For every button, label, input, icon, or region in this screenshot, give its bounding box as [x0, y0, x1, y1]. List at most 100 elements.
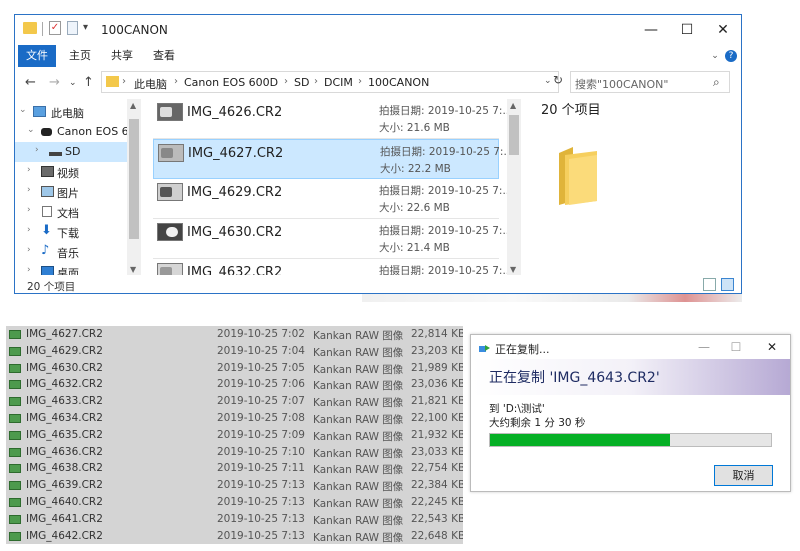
- nav-item-sd[interactable]: › SD: [15, 142, 127, 162]
- breadcrumb-camera[interactable]: Canon EOS 600D: [184, 76, 278, 89]
- breadcrumb-dcim[interactable]: DCIM: [324, 76, 353, 89]
- nav-item-this-pc[interactable]: ⌄ 此电脑: [15, 102, 127, 122]
- large-icons-view-icon[interactable]: [721, 278, 734, 291]
- search-input[interactable]: 搜索"100CANON" ⌕: [570, 71, 730, 93]
- properties-icon[interactable]: ✓: [49, 21, 61, 35]
- chevron-right-icon[interactable]: ›: [122, 76, 126, 87]
- file-date: 2019-10-25 7:11: [217, 462, 305, 475]
- file-name: IMG_4639.CR2: [26, 479, 103, 492]
- raw-image-file-icon: [9, 346, 21, 356]
- table-row[interactable]: IMG_4642.CR2 2019-10-25 7:13 Kankan RAW 图像…: [6, 528, 463, 544]
- details-view-icon[interactable]: [703, 278, 716, 291]
- maximize-button[interactable]: ☐: [669, 15, 705, 45]
- breadcrumb-this-pc[interactable]: 此电脑: [134, 76, 167, 92]
- breadcrumb-sd[interactable]: SD: [294, 76, 309, 89]
- nav-item-camera[interactable]: ⌄ Canon EOS 600: [15, 122, 141, 142]
- minimize-button[interactable]: —: [689, 338, 719, 356]
- close-button[interactable]: ✕: [705, 15, 741, 45]
- chevron-right-icon[interactable]: ›: [27, 165, 31, 175]
- file-size: 22,384 KB: [411, 479, 463, 492]
- copy-heading: 正在复制 'IMG_4643.CR2': [489, 370, 660, 386]
- nav-item-videos[interactable]: › 视频: [15, 162, 127, 182]
- close-button[interactable]: ✕: [757, 338, 787, 356]
- up-arrow-icon[interactable]: ↑: [83, 75, 94, 90]
- chevron-down-icon[interactable]: ⌄: [709, 50, 721, 62]
- file-date: 2019-10-25 7:13: [217, 479, 305, 492]
- chevron-right-icon[interactable]: ›: [27, 205, 31, 215]
- file-row[interactable]: IMG_4629.CR2 拍摄日期: 2019-10-25 7:... 大小: …: [153, 179, 507, 219]
- help-icon[interactable]: ?: [725, 50, 737, 62]
- chevron-right-icon[interactable]: ›: [174, 76, 178, 87]
- new-folder-icon[interactable]: [67, 21, 78, 35]
- chevron-right-icon[interactable]: ›: [27, 225, 31, 235]
- maximize-button[interactable]: ☐: [721, 338, 751, 356]
- chevron-right-icon[interactable]: ›: [314, 76, 318, 87]
- file-name: IMG_4641.CR2: [26, 512, 103, 525]
- nav-item-documents[interactable]: › 文档: [15, 202, 127, 222]
- file-date: 拍摄日期: 2019-10-25 7:...: [379, 105, 507, 117]
- minimize-button[interactable]: —: [633, 15, 669, 45]
- table-row[interactable]: IMG_4640.CR2 2019-10-25 7:13 Kankan RAW 图像…: [6, 494, 463, 511]
- table-row[interactable]: IMG_4634.CR2 2019-10-25 7:08 Kankan RAW 图像…: [6, 410, 463, 427]
- scroll-up-icon[interactable]: ▲: [510, 101, 516, 110]
- nav-item-desktop[interactable]: › 桌面: [15, 262, 127, 275]
- nav-item-pictures[interactable]: › 图片: [15, 182, 127, 202]
- file-size: 23,036 KB: [411, 378, 463, 391]
- table-row[interactable]: IMG_4641.CR2 2019-10-25 7:13 Kankan RAW 图像…: [6, 511, 463, 528]
- file-list-scrollbar-thumb[interactable]: [509, 115, 519, 155]
- nav-scrollbar-thumb[interactable]: [129, 119, 139, 239]
- file-type: Kankan RAW 图像: [313, 430, 404, 443]
- table-row[interactable]: IMG_4639.CR2 2019-10-25 7:13 Kankan RAW 图像…: [6, 477, 463, 494]
- chevron-right-icon[interactable]: ›: [35, 145, 39, 155]
- table-row[interactable]: IMG_4629.CR2 2019-10-25 7:04 Kankan RAW 图像…: [6, 343, 463, 360]
- chevron-right-icon[interactable]: ›: [284, 76, 288, 87]
- chevron-right-icon[interactable]: ›: [27, 245, 31, 255]
- chevron-right-icon[interactable]: ›: [27, 185, 31, 195]
- scroll-down-icon[interactable]: ▼: [130, 265, 136, 274]
- back-arrow-icon[interactable]: ←: [25, 75, 36, 90]
- nav-item-downloads[interactable]: › ⬇ 下载: [15, 222, 127, 242]
- file-type: Kankan RAW 图像: [313, 363, 404, 376]
- quick-access-dropdown-icon[interactable]: ▾: [83, 22, 88, 33]
- tab-file[interactable]: 文件: [18, 45, 56, 67]
- file-size: 22,648 KB: [411, 529, 463, 542]
- file-row[interactable]: IMG_4632.CR2 拍摄日期: 2019-10-25 7:...: [153, 259, 507, 275]
- raw-image-file-icon: [9, 464, 21, 474]
- breadcrumb-100canon[interactable]: 100CANON: [368, 76, 429, 89]
- file-name: IMG_4638.CR2: [26, 462, 103, 475]
- chevron-right-icon[interactable]: ›: [27, 265, 31, 275]
- scroll-down-icon[interactable]: ▼: [510, 265, 516, 274]
- file-date: 2019-10-25 7:13: [217, 496, 305, 508]
- thumbnail-image: [157, 223, 183, 241]
- chevron-down-icon[interactable]: ⌄: [19, 105, 27, 115]
- file-date: 拍摄日期: 2019-10-25 7:...: [379, 265, 507, 275]
- forward-arrow-icon[interactable]: →: [49, 75, 60, 90]
- recent-locations-icon[interactable]: ⌄: [69, 78, 77, 88]
- tab-share[interactable]: 共享: [107, 45, 137, 67]
- cancel-button[interactable]: 取消: [714, 465, 773, 486]
- status-bar: 20 个项目: [15, 275, 741, 293]
- tab-view[interactable]: 查看: [149, 45, 179, 67]
- tab-home[interactable]: 主页: [65, 45, 95, 67]
- refresh-icon[interactable]: ↻: [549, 73, 567, 91]
- chevron-right-icon[interactable]: ›: [358, 76, 362, 87]
- scroll-up-icon[interactable]: ▲: [130, 101, 136, 110]
- table-row[interactable]: IMG_4638.CR2 2019-10-25 7:11 Kankan RAW 图像…: [6, 460, 463, 477]
- chevron-down-icon[interactable]: ⌄: [27, 125, 35, 135]
- file-row-selected[interactable]: IMG_4627.CR2 拍摄日期: 2019-10-25 7:... 大小: …: [153, 139, 507, 179]
- file-row[interactable]: IMG_4630.CR2 拍摄日期: 2019-10-25 7:... 大小: …: [153, 219, 507, 259]
- table-row[interactable]: IMG_4636.CR2 2019-10-25 7:10 Kankan RAW 图像…: [6, 444, 463, 461]
- address-bar[interactable]: › 此电脑 › Canon EOS 600D › SD › DCIM › 100…: [101, 71, 559, 93]
- nav-item-music[interactable]: › ♪ 音乐: [15, 242, 127, 262]
- table-row[interactable]: IMG_4627.CR2 2019-10-25 7:02 Kankan RAW 图像…: [6, 326, 463, 343]
- table-row[interactable]: IMG_4635.CR2 2019-10-25 7:09 Kankan RAW 图像…: [6, 427, 463, 444]
- dialog-title: 正在复制...: [495, 343, 550, 356]
- table-row[interactable]: IMG_4632.CR2 2019-10-25 7:06 Kankan RAW 图像…: [6, 376, 463, 393]
- search-icon[interactable]: ⌕: [713, 75, 720, 90]
- nav-label: SD: [65, 145, 81, 158]
- raw-image-file-icon: [9, 363, 21, 373]
- drive-icon: [49, 152, 62, 156]
- file-row[interactable]: IMG_4626.CR2 拍摄日期: 2019-10-25 7:... 大小: …: [153, 99, 507, 139]
- table-row[interactable]: IMG_4630.CR2 2019-10-25 7:05 Kankan RAW 图像…: [6, 360, 463, 377]
- table-row[interactable]: IMG_4633.CR2 2019-10-25 7:07 Kankan RAW 图像…: [6, 393, 463, 410]
